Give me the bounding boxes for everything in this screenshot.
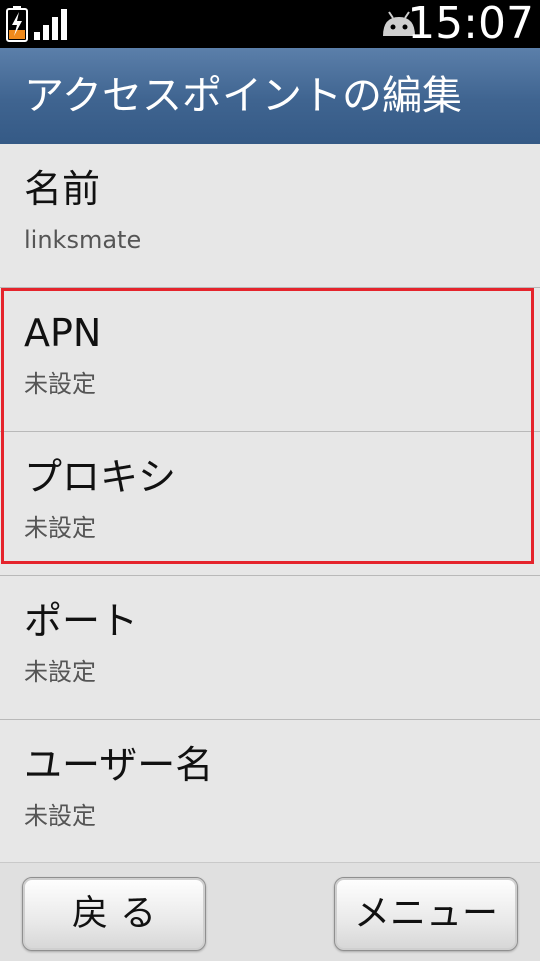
- setting-label: プロキシ: [24, 455, 177, 499]
- setting-label: APN: [24, 311, 102, 355]
- setting-item-proxy[interactable]: プロキシ 未設定: [0, 432, 540, 576]
- status-time: 15:07: [407, 0, 534, 49]
- setting-value: 未設定: [24, 514, 96, 542]
- setting-label: ポート: [24, 599, 139, 643]
- setting-value: 未設定: [24, 370, 96, 398]
- setting-label: 名前: [24, 167, 101, 211]
- back-button[interactable]: 戻る: [22, 877, 206, 951]
- signal-strength-icon: [34, 9, 67, 40]
- battery-charging-icon: [6, 6, 28, 42]
- title-bar: アクセスポイントの編集: [0, 48, 540, 144]
- button-bar: 戻る メニュー: [0, 862, 540, 961]
- setting-item-port[interactable]: ポート 未設定: [0, 576, 540, 720]
- setting-value: 未設定: [24, 802, 96, 830]
- setting-item-apn[interactable]: APN 未設定: [0, 288, 540, 432]
- setting-label: ユーザー名: [24, 743, 214, 787]
- setting-item-name[interactable]: 名前 linksmate: [0, 144, 540, 288]
- setting-value: 未設定: [24, 658, 96, 686]
- page-title: アクセスポイントの編集: [24, 73, 462, 119]
- setting-item-username[interactable]: ユーザー名 未設定: [0, 720, 540, 864]
- status-bar: 15:07: [0, 0, 540, 49]
- settings-list: 名前 linksmate APN 未設定 プロキシ 未設定 ポート 未設定 ユー…: [0, 144, 540, 864]
- setting-value: linksmate: [24, 226, 142, 254]
- menu-button[interactable]: メニュー: [334, 877, 518, 951]
